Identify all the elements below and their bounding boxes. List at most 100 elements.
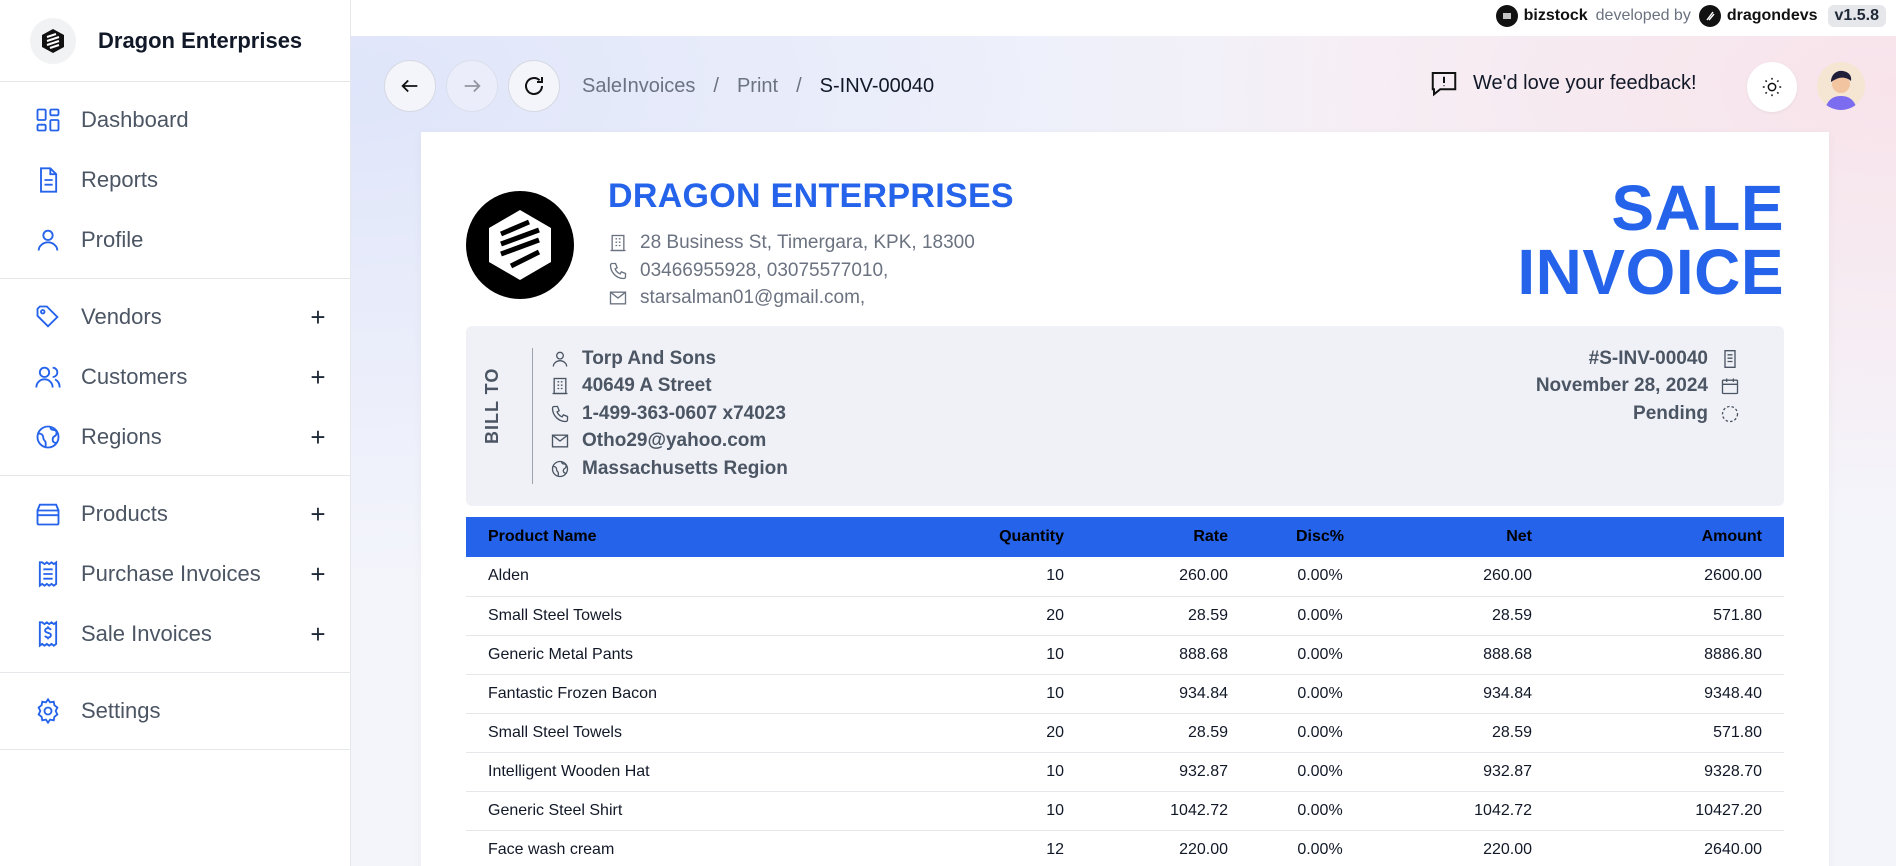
forward-button[interactable]	[446, 60, 498, 112]
nav-group-main: Dashboard Reports Profile	[0, 82, 350, 279]
invoice-doc-icon	[1724, 350, 1736, 368]
company-name: DRAGON ENTERPRISES	[608, 177, 1014, 215]
sidebar-item-sale-invoices[interactable]: Sale Invoices +	[0, 604, 350, 664]
sidebar-item-settings[interactable]: Settings	[0, 681, 350, 741]
back-button[interactable]	[384, 60, 436, 112]
invoice-date: November 28, 2024	[1536, 375, 1740, 397]
cell-rate: 220.00	[1086, 830, 1250, 866]
sidebar-item-dashboard[interactable]: Dashboard	[0, 90, 350, 150]
breadcrumb-sale-invoices[interactable]: SaleInvoices	[582, 75, 695, 98]
table-row: Small Steel Towels 20 28.59 0.00% 28.59 571.8…	[466, 596, 1784, 636]
cell-product: Intelligent Wooden Hat	[466, 752, 936, 792]
table-row: Face wash cream 12 220.00 0.00% 220.00 2640.0…	[466, 830, 1784, 866]
cell-quantity: 10	[936, 635, 1086, 675]
sidebar-item-purchase-invoices[interactable]: Purchase Invoices +	[0, 544, 350, 604]
sidebar-item-label: Settings	[81, 698, 161, 723]
invoice-number: #S-INV-00040	[1589, 348, 1740, 370]
arrow-right-icon	[464, 79, 481, 93]
expand-plus-icon[interactable]: +	[306, 501, 330, 527]
sidebar-item-vendors[interactable]: Vendors +	[0, 287, 350, 347]
divider	[532, 348, 533, 484]
feedback-button[interactable]: We'd love your feedback!	[1429, 68, 1697, 98]
building-icon	[552, 377, 568, 395]
cell-net: 260.00	[1390, 557, 1554, 597]
calendar-icon	[1721, 378, 1739, 395]
phone-icon	[609, 262, 627, 280]
table-row: Small Steel Towels 20 28.59 0.00% 28.59 571.8…	[466, 713, 1784, 753]
bill-to-panel: BILL TO Torp And Sons 40649 A Street 1-4…	[466, 326, 1784, 506]
cell-quantity: 10	[936, 752, 1086, 792]
cell-disc: 0.00%	[1250, 830, 1390, 866]
cell-net: 28.59	[1390, 596, 1554, 636]
expand-plus-icon[interactable]: +	[306, 424, 330, 450]
sidebar-item-label: Vendors	[81, 304, 162, 329]
sidebar-item-customers[interactable]: Customers +	[0, 347, 350, 407]
cell-net: 888.68	[1390, 635, 1554, 675]
cell-amount: 571.80	[1554, 596, 1784, 636]
cell-net: 28.59	[1390, 713, 1554, 753]
cell-disc: 0.00%	[1250, 752, 1390, 792]
cell-product: Generic Metal Pants	[466, 635, 936, 675]
developer-name[interactable]: dragondevs	[1727, 7, 1818, 25]
main-content: bizstock developed by dragondevs v1.5.8 …	[351, 0, 1896, 866]
theme-toggle-button[interactable]	[1747, 62, 1797, 112]
cell-quantity: 10	[936, 791, 1086, 831]
cell-quantity: 10	[936, 674, 1086, 714]
avatar[interactable]	[1817, 62, 1865, 110]
company-phones: 03466955928, 03075577010,	[608, 260, 888, 282]
cell-disc: 0.00%	[1250, 557, 1390, 597]
version-badge: v1.5.8	[1827, 5, 1886, 27]
refresh-button[interactable]	[508, 60, 560, 112]
sidebar-item-profile[interactable]: Profile	[0, 210, 350, 270]
cell-amount: 9328.70	[1554, 752, 1784, 792]
sidebar-item-label: Dashboard	[81, 107, 189, 132]
expand-plus-icon[interactable]: +	[306, 304, 330, 330]
table-row: Generic Steel Shirt 10 1042.72 0.00% 1042.72…	[466, 791, 1784, 831]
sidebar: Dragon Enterprises Dashboard Reports Pro…	[0, 0, 351, 866]
breadcrumb-print[interactable]: Print	[737, 75, 778, 98]
company-name: Dragon Enterprises	[98, 27, 303, 53]
cell-disc: 0.00%	[1250, 596, 1390, 636]
expand-plus-icon[interactable]: +	[306, 364, 330, 390]
dragondevs-logo-icon	[1698, 5, 1721, 27]
customer-address: 40649 A Street	[550, 375, 712, 397]
brand[interactable]: Dragon Enterprises	[0, 0, 350, 82]
sidebar-item-products[interactable]: Products +	[0, 484, 350, 544]
sidebar-item-reports[interactable]: Reports	[0, 150, 350, 210]
cell-quantity: 20	[936, 596, 1086, 636]
cell-disc: 0.00%	[1250, 713, 1390, 753]
pending-icon	[1721, 405, 1739, 423]
navigation-toolbar: SaleInvoices / Print / S-INV-00040	[384, 60, 934, 112]
breadcrumb-current: S-INV-00040	[819, 74, 935, 97]
expand-plus-icon[interactable]: +	[306, 561, 330, 587]
top-bar: bizstock developed by dragondevs v1.5.8	[351, 0, 1896, 36]
nav-group-settings: Settings	[0, 673, 350, 750]
sidebar-item-regions[interactable]: Regions +	[0, 407, 350, 467]
gear-icon	[32, 695, 64, 727]
cell-product: Face wash cream	[466, 830, 936, 866]
breadcrumb-separator: /	[713, 74, 719, 97]
invoice-items-table: Product Name Quantity Rate Disc% Net Amo…	[466, 517, 1784, 866]
breadcrumb-separator: /	[796, 74, 802, 97]
cell-disc: 0.00%	[1250, 674, 1390, 714]
receipt-icon	[32, 558, 64, 590]
user-icon	[32, 224, 64, 256]
cell-product: Generic Steel Shirt	[466, 791, 936, 831]
expand-plus-icon[interactable]: +	[306, 621, 330, 647]
mail-icon	[551, 434, 569, 448]
globe-icon	[32, 421, 64, 453]
cell-quantity: 12	[936, 830, 1086, 866]
nav-group-inventory: Products + Purchase Invoices + Sale Invo…	[0, 476, 350, 673]
table-row: Fantastic Frozen Bacon 10 934.84 0.00% 934.8…	[466, 674, 1784, 714]
cell-amount: 9348.40	[1554, 674, 1784, 714]
invoice-title: SALE INVOICE	[1517, 172, 1784, 308]
column-header-net: Net	[1390, 517, 1554, 557]
customer-email: Otho29@yahoo.com	[550, 430, 766, 452]
cell-amount: 10427.20	[1554, 791, 1784, 831]
column-header-rate: Rate	[1086, 517, 1250, 557]
sun-icon	[1762, 77, 1782, 97]
sidebar-item-label: Reports	[81, 167, 159, 192]
cell-quantity: 20	[936, 713, 1086, 753]
mail-icon	[609, 291, 627, 305]
cell-disc: 0.00%	[1250, 635, 1390, 675]
